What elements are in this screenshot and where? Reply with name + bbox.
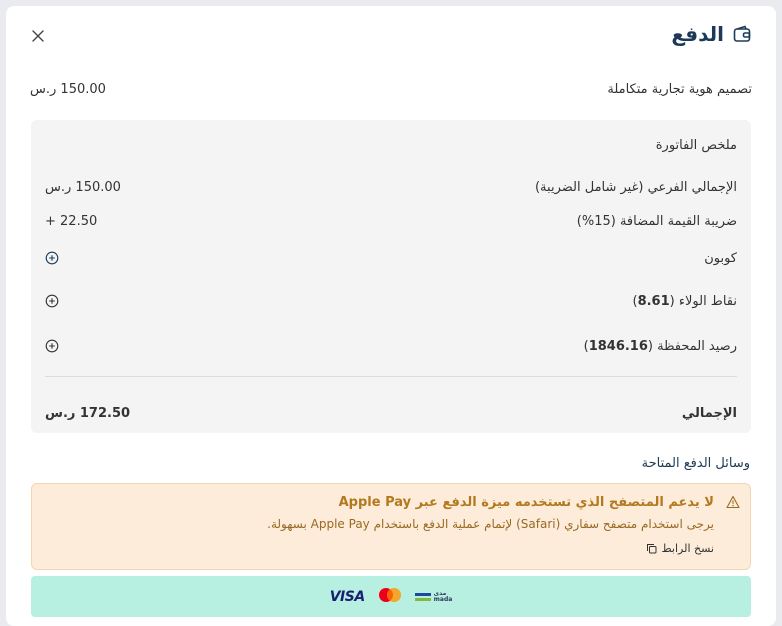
mastercard-logo (377, 587, 403, 607)
wallet-label: رصيد المحفظة ( (647, 338, 737, 354)
payment-methods-label: وسائل الدفع المتاحة (641, 456, 750, 471)
plus-circle-icon (45, 339, 59, 353)
service-row: تصميم هوية تجارية متكاملة 150.00 ر.س (30, 78, 752, 100)
wallet-icon (732, 24, 752, 44)
plus-circle-icon (45, 294, 59, 308)
coupon-row: كوبون (45, 248, 737, 268)
service-price: 150.00 ر.س (30, 81, 106, 97)
add-loyalty-button[interactable] (45, 294, 59, 308)
total-row: الإجمالي 172.50 ر.س (45, 403, 737, 423)
copy-icon (647, 544, 657, 554)
loyalty-points: 8.61 (637, 293, 670, 309)
close-button[interactable] (28, 26, 48, 46)
coupon-label: كوبون (704, 250, 737, 266)
wallet-row: رصيد المحفظة (1846.16) (45, 336, 737, 356)
plus-circle-icon (45, 251, 59, 265)
card-payment-button[interactable]: VISA مدى mada (31, 576, 751, 617)
invoice-summary: ملخص الفاتورة الإجمالي الفرعي (غير شامل … (31, 120, 751, 433)
add-coupon-button[interactable] (45, 251, 59, 265)
vat-label: ضريبة القيمة المضافة (15%) (576, 213, 737, 229)
vat-row: ضريبة القيمة المضافة (15%) + 22.50 (45, 211, 737, 231)
visa-logo: VISA (329, 588, 365, 605)
service-name: تصميم هوية تجارية متكاملة (607, 81, 752, 97)
subtotal-label: الإجمالي الفرعي (غير شامل الضريبة) (534, 179, 737, 195)
wallet-balance: 1846.16 (588, 338, 648, 354)
warning-body: يرجى استخدام متصفح سفاري (Safari) لإتمام… (267, 517, 714, 531)
wallet-label-wrap: رصيد المحفظة (1846.16) (584, 339, 737, 354)
total-label: الإجمالي (681, 405, 737, 421)
summary-heading: ملخص الفاتورة (655, 138, 737, 153)
copy-link-button[interactable]: نسخ الرابط (646, 542, 714, 555)
payment-modal: الدفع تصميم هوية تجارية متكاملة 150.00 ر… (6, 6, 776, 626)
copy-link-label: نسخ الرابط (661, 542, 714, 555)
vat-value: + 22.50 (45, 213, 98, 229)
title-wrap: الدفع (671, 22, 752, 46)
add-wallet-button[interactable] (45, 339, 59, 353)
subtotal-value: 150.00 ر.س (45, 179, 121, 195)
page-title: الدفع (671, 22, 724, 46)
summary-divider (45, 376, 737, 377)
loyalty-label-wrap: نقاط الولاء (8.61) (633, 294, 738, 309)
modal-header: الدفع (6, 22, 776, 58)
total-value: 172.50 ر.س (45, 405, 131, 421)
warning-icon (726, 494, 740, 509)
loyalty-label: نقاط الولاء ( (669, 293, 737, 309)
apple-pay-warning: لا يدعم المتصفح الذي تستخدمه ميزة الدفع … (31, 483, 751, 570)
close-icon (32, 30, 44, 42)
subtotal-row: الإجمالي الفرعي (غير شامل الضريبة) 150.0… (45, 177, 737, 197)
mada-text: mada (433, 595, 453, 603)
loyalty-row: نقاط الولاء (8.61) (45, 291, 737, 311)
warning-title: لا يدعم المتصفح الذي تستخدمه ميزة الدفع … (338, 495, 714, 510)
mada-logo: مدى mada (414, 590, 453, 603)
